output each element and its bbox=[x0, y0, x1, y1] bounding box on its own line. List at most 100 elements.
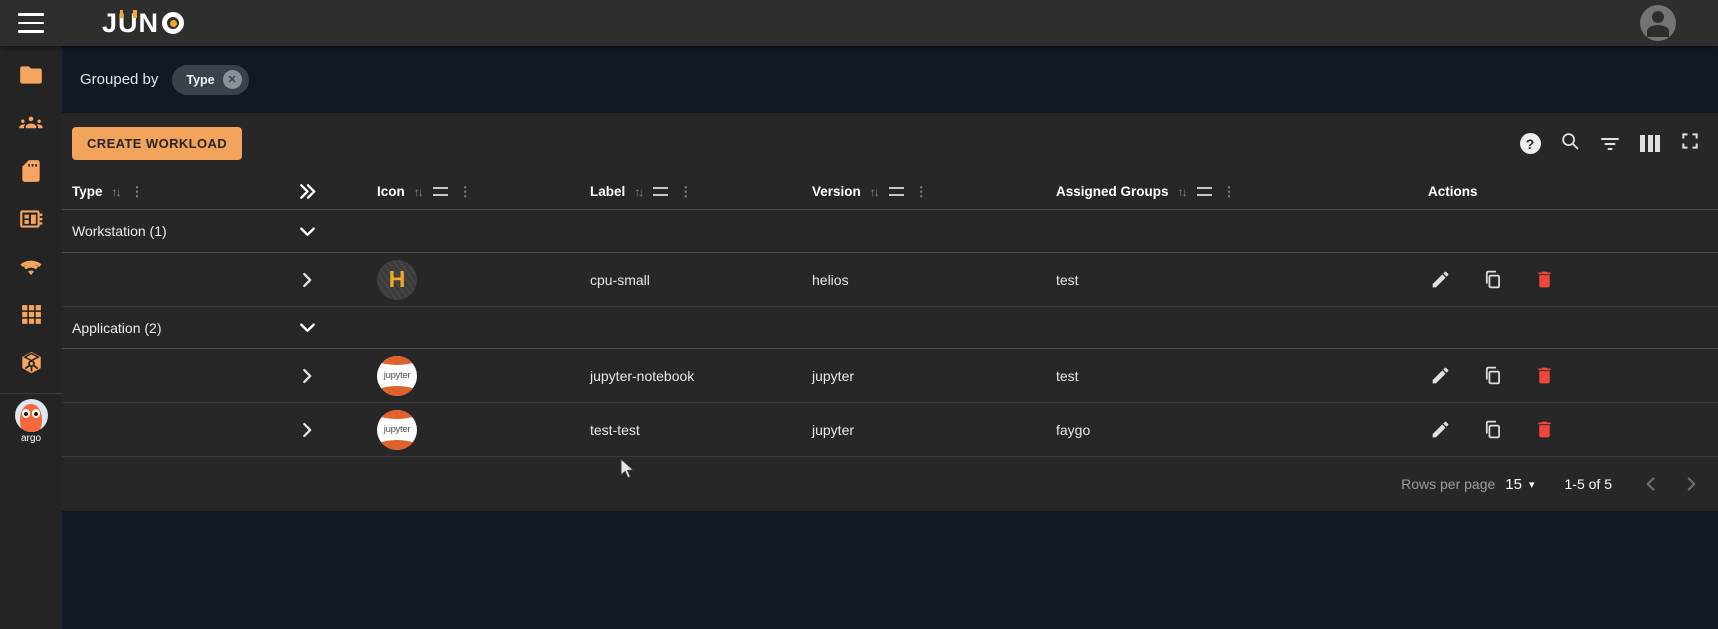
pagination-bar: Rows per page 15 ▾ 1-5 of 5 bbox=[62, 457, 1718, 511]
user-avatar[interactable] bbox=[1640, 5, 1676, 41]
next-page-button[interactable] bbox=[1678, 471, 1704, 497]
workload-version: helios bbox=[812, 272, 849, 288]
folder-icon bbox=[18, 62, 44, 93]
columns-icon bbox=[1640, 135, 1660, 152]
column-menu-icon[interactable]: ⋮ bbox=[1223, 184, 1236, 200]
column-menu-icon[interactable]: ⋮ bbox=[915, 184, 928, 200]
sidebar-item-argo[interactable]: argo bbox=[15, 399, 48, 444]
column-header-assigned-groups[interactable]: Assigned Groups bbox=[1056, 184, 1169, 199]
search-icon bbox=[1559, 130, 1581, 157]
table-row-cpu-small: H cpu-small helios test bbox=[62, 253, 1718, 307]
copy-button[interactable] bbox=[1480, 268, 1504, 292]
copy-button[interactable] bbox=[1480, 418, 1504, 442]
group-chip-label: Type bbox=[186, 73, 214, 87]
group-chip-type[interactable]: Type ✕ bbox=[172, 65, 248, 95]
column-header-version[interactable]: Version bbox=[812, 184, 861, 199]
drag-handle-icon[interactable] bbox=[653, 187, 668, 196]
previous-page-button[interactable] bbox=[1638, 471, 1664, 497]
workload-version: jupyter bbox=[812, 422, 854, 438]
edit-button[interactable] bbox=[1428, 418, 1452, 442]
column-header-icon[interactable]: Icon bbox=[377, 184, 405, 199]
sidebar-divider bbox=[0, 393, 62, 394]
edit-button[interactable] bbox=[1428, 364, 1452, 388]
column-menu-icon[interactable]: ⋮ bbox=[679, 184, 692, 200]
helios-icon: H bbox=[377, 260, 417, 300]
column-menu-icon[interactable]: ⋮ bbox=[459, 184, 472, 200]
column-header-label[interactable]: Label bbox=[590, 184, 625, 199]
rows-per-page-value: 15 bbox=[1505, 476, 1522, 493]
column-menu-icon[interactable]: ⋮ bbox=[131, 184, 144, 200]
fullscreen-icon bbox=[1680, 131, 1700, 156]
logo-letter: U bbox=[118, 8, 139, 39]
help-button[interactable]: ? bbox=[1518, 132, 1542, 156]
sidebar-item-images[interactable] bbox=[0, 149, 62, 197]
group-row-workstation: Workstation (1) bbox=[62, 210, 1718, 253]
sidebar-item-network[interactable] bbox=[0, 245, 62, 293]
sort-icon[interactable]: ↑↓ bbox=[112, 185, 120, 199]
columns-button[interactable] bbox=[1638, 132, 1662, 156]
apps-grid-icon bbox=[19, 302, 44, 332]
grouped-by-bar: Grouped by Type ✕ bbox=[62, 46, 1718, 113]
logo-o-icon bbox=[162, 12, 184, 34]
sidebar-item-packages[interactable] bbox=[0, 341, 62, 389]
sort-icon[interactable]: ↑↓ bbox=[870, 185, 878, 199]
collapse-group-icon[interactable] bbox=[294, 218, 320, 244]
caret-down-icon: ▾ bbox=[1529, 478, 1535, 491]
logo-letter: N bbox=[139, 8, 160, 39]
workload-version: jupyter bbox=[812, 368, 854, 384]
argo-label: argo bbox=[21, 433, 41, 444]
drag-handle-icon[interactable] bbox=[1197, 187, 1212, 196]
grouped-by-label: Grouped by bbox=[80, 71, 158, 88]
group-name: Workstation (1) bbox=[62, 223, 167, 239]
sidebar-item-workloads[interactable] bbox=[0, 53, 62, 101]
jupyter-icon: jupyter bbox=[377, 410, 417, 450]
search-button[interactable] bbox=[1558, 132, 1582, 156]
group-name: Application (2) bbox=[62, 320, 162, 336]
table-header-row: Type ↑↓ ⋮ Icon ↑↓ ⋮ Label ↑↓ ⋮ bbox=[62, 174, 1718, 210]
drag-handle-icon[interactable] bbox=[433, 187, 448, 196]
sidebar-item-resources[interactable] bbox=[0, 197, 62, 245]
filter-icon bbox=[1601, 138, 1619, 150]
main-content: Grouped by Type ✕ CREATE WORKLOAD ? bbox=[62, 46, 1718, 629]
top-bar: JUN bbox=[0, 0, 1718, 46]
argo-logo-icon bbox=[15, 399, 48, 432]
drag-handle-icon[interactable] bbox=[889, 187, 904, 196]
sidebar-item-groups[interactable] bbox=[0, 101, 62, 149]
delete-button[interactable] bbox=[1532, 364, 1556, 388]
sidebar-item-apps[interactable] bbox=[0, 293, 62, 341]
expand-row-icon[interactable] bbox=[294, 267, 320, 293]
expand-row-icon[interactable] bbox=[294, 363, 320, 389]
logo-letter: J bbox=[102, 8, 118, 39]
workloads-table: CREATE WORKLOAD ? bbox=[62, 113, 1718, 511]
user-groups-icon bbox=[17, 109, 45, 142]
collapse-group-icon[interactable] bbox=[294, 315, 320, 341]
workload-assigned-groups: test bbox=[1056, 368, 1079, 384]
create-workload-button[interactable]: CREATE WORKLOAD bbox=[72, 127, 242, 160]
delete-button[interactable] bbox=[1532, 268, 1556, 292]
sort-icon[interactable]: ↑↓ bbox=[414, 185, 422, 199]
column-header-type[interactable]: Type bbox=[72, 184, 103, 199]
edit-button[interactable] bbox=[1428, 268, 1452, 292]
expand-all-button[interactable] bbox=[294, 179, 320, 205]
chip-close-icon[interactable]: ✕ bbox=[223, 70, 242, 89]
column-header-actions: Actions bbox=[1428, 184, 1478, 199]
sidebar: argo bbox=[0, 46, 62, 629]
workload-label: test-test bbox=[590, 422, 640, 438]
workload-assigned-groups: test bbox=[1056, 272, 1079, 288]
wifi-icon bbox=[17, 253, 45, 286]
workload-label: cpu-small bbox=[590, 272, 650, 288]
fullscreen-button[interactable] bbox=[1678, 132, 1702, 156]
sort-icon[interactable]: ↑↓ bbox=[1178, 185, 1186, 199]
expand-row-icon[interactable] bbox=[294, 417, 320, 443]
filter-button[interactable] bbox=[1598, 132, 1622, 156]
menu-icon[interactable] bbox=[18, 13, 44, 33]
rows-per-page-select[interactable]: 15 ▾ bbox=[1505, 476, 1534, 493]
pagination-range: 1-5 of 5 bbox=[1565, 476, 1612, 492]
copy-button[interactable] bbox=[1480, 364, 1504, 388]
table-row-test-test: jupyter test-test jupyter faygo bbox=[62, 403, 1718, 457]
sort-icon[interactable]: ↑↓ bbox=[634, 185, 642, 199]
workload-assigned-groups: faygo bbox=[1056, 422, 1090, 438]
delete-button[interactable] bbox=[1532, 418, 1556, 442]
sim-card-icon bbox=[18, 158, 44, 189]
package-node-icon bbox=[18, 349, 45, 381]
